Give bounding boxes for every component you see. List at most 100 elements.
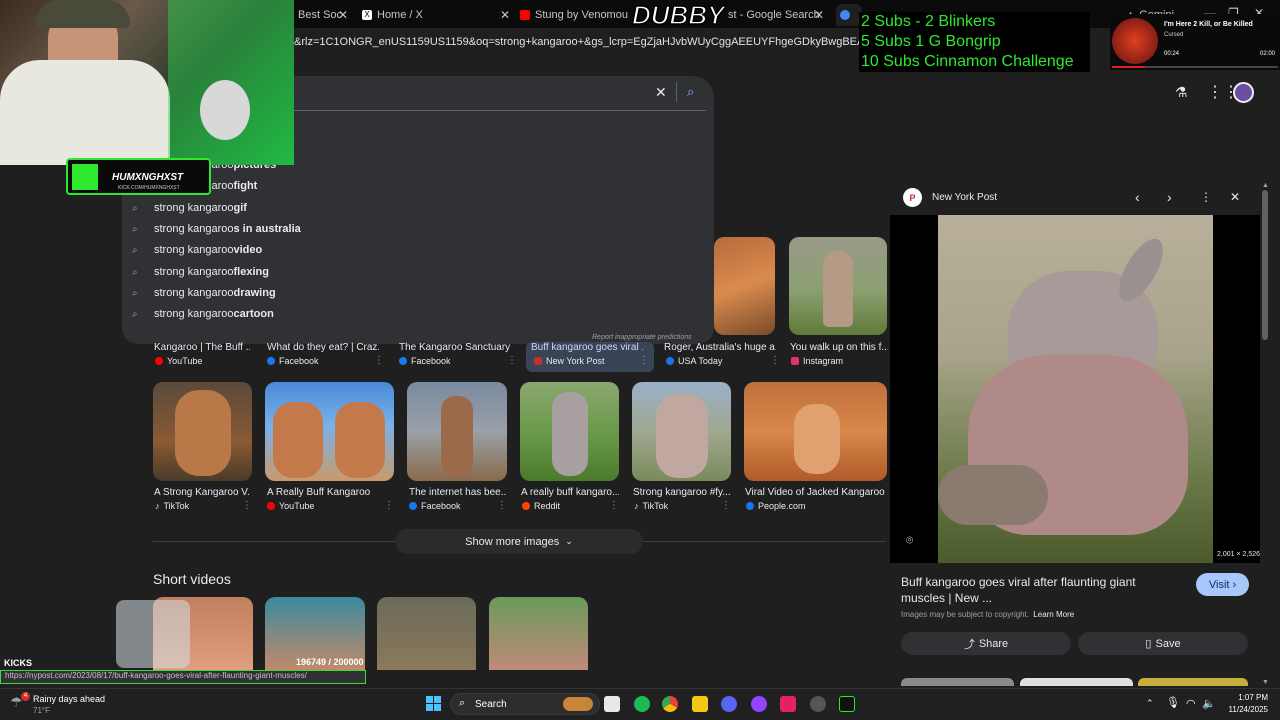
next-arrow-icon[interactable]: › (1167, 189, 1172, 205)
app-icon[interactable] (780, 696, 796, 712)
scroll-up-icon[interactable]: ▲ (1262, 182, 1269, 189)
kangaroo-figure (273, 402, 323, 478)
suggestion-item[interactable]: ⌕ strong kangaroo drawing (132, 283, 276, 303)
task-view-icon[interactable] (604, 696, 620, 712)
weather-text[interactable]: Rainy days ahead (33, 694, 105, 704)
more-options-icon[interactable]: ⋮ (639, 355, 649, 366)
result-caption[interactable]: Viral Video of Jacked Kangaroo ... (745, 487, 887, 498)
youtube-icon (155, 357, 163, 365)
suggestion-item[interactable]: ⌕ strong kangaroo flexing (132, 262, 269, 282)
tab-google-search[interactable]: st - Google Search ✕ (728, 4, 824, 26)
volume-icon[interactable]: 🔈 (1202, 697, 1216, 710)
result-thumbnail[interactable] (265, 382, 394, 481)
result-thumbnail[interactable] (153, 382, 252, 481)
microphone-icon[interactable]: 🎙 (1166, 696, 1180, 709)
clock-time[interactable]: 1:07 PM (1226, 693, 1268, 702)
scroll-down-icon[interactable]: ▼ (1262, 679, 1269, 686)
suggestion-bold: fight (233, 180, 258, 192)
more-options-icon[interactable]: ⋮ (374, 355, 384, 366)
related-thumbnail[interactable] (901, 678, 1014, 686)
windows-start-icon[interactable] (426, 696, 441, 711)
result-thumbnail[interactable] (714, 237, 775, 335)
result-source: YouTube (155, 356, 202, 366)
search-icon: ⌕ (132, 308, 138, 320)
show-more-images-button[interactable]: Show more images ⌄ (395, 529, 643, 554)
result-caption[interactable]: What do they eat? | Craz... (267, 342, 379, 353)
short-video-thumbnail[interactable] (489, 597, 588, 670)
address-bar[interactable]: &rlz=1C1ONGR_enUS1159US1159&oq=strong+ka… (294, 36, 864, 48)
result-thumbnail[interactable] (520, 382, 619, 481)
discord-icon[interactable] (721, 696, 737, 712)
more-options-icon[interactable]: ⋮ (384, 500, 394, 511)
kangaroo-figure (552, 392, 588, 476)
close-icon[interactable]: ✕ (655, 84, 667, 101)
suggestion-item[interactable]: ⌕ strong kangaroo gif (132, 198, 247, 218)
visit-button[interactable]: Visit › (1196, 573, 1249, 596)
chrome-icon[interactable] (662, 696, 678, 712)
more-options-icon[interactable]: ⋮ (721, 500, 731, 511)
tab-youtube[interactable]: Stung by Venomous Bull Ro (520, 4, 628, 26)
lens-icon[interactable]: ⌾ (906, 533, 913, 548)
panel-title[interactable]: Buff kangaroo goes viral after flaunting… (901, 574, 1181, 606)
panel-source[interactable]: New York Post (932, 192, 997, 203)
result-source: New York Post (534, 356, 605, 366)
preview-image[interactable] (938, 215, 1213, 563)
result-caption[interactable]: Strong kangaroo #fy... (633, 487, 731, 498)
suggestion-item[interactable]: ⌕ strong kangaroo s in australia (132, 219, 301, 239)
save-button[interactable]: ▯ Save (1078, 632, 1248, 655)
sub-goals-overlay: 2 Subs - 2 Blinkers 5 Subs 1 G Bongrip 1… (859, 12, 1090, 72)
related-thumbnail[interactable] (1138, 678, 1248, 686)
copyright-notice: Images may be subject to copyright. Lear… (901, 610, 1074, 619)
search-icon[interactable]: ⌕ (687, 84, 694, 100)
close-tab-icon[interactable]: ✕ (814, 8, 824, 22)
result-caption[interactable]: Roger, Australia's huge a... (664, 342, 776, 353)
learn-more-link[interactable]: Learn More (1033, 610, 1074, 619)
result-thumbnail[interactable] (407, 382, 507, 481)
tab-best-soc[interactable]: Best Soc ✕ (298, 4, 348, 26)
suggestion-bold: gif (233, 202, 247, 214)
related-thumbnail[interactable] (1020, 678, 1133, 686)
more-options-icon[interactable]: ⋮ (507, 355, 517, 366)
clock-date[interactable]: 11/24/2025 (1222, 705, 1268, 714)
close-tab-icon[interactable]: ✕ (338, 8, 348, 22)
more-options-icon[interactable]: ⋮ (242, 500, 252, 511)
more-options-icon[interactable]: ⋮ (609, 500, 619, 511)
result-caption[interactable]: Kangaroo | The Buff ... (154, 342, 250, 353)
obs-icon[interactable] (751, 696, 767, 712)
previous-arrow-icon[interactable]: ‹ (1135, 189, 1140, 205)
more-options-icon[interactable]: ⋮ (497, 500, 507, 511)
youtube-icon (267, 502, 275, 510)
close-tab-icon[interactable]: ✕ (500, 8, 510, 22)
chevron-up-icon[interactable]: ⌃ (1146, 698, 1154, 709)
result-caption[interactable]: A Strong Kangaroo V... (154, 487, 250, 498)
result-caption[interactable]: The internet has bee... (409, 487, 507, 498)
result-caption[interactable]: Buff kangaroo goes viral ... (531, 342, 643, 353)
wifi-icon[interactable]: ◠ (1186, 697, 1196, 710)
labs-flask-icon[interactable]: ⚗ (1175, 84, 1188, 101)
sub-counter: 196749 / 200000 (296, 657, 364, 667)
result-thumbnail[interactable] (744, 382, 887, 481)
result-thumbnail[interactable] (789, 237, 887, 335)
short-video-thumbnail[interactable] (377, 597, 476, 670)
taskbar-search-box[interactable]: ⌕ Search (450, 693, 600, 715)
account-avatar[interactable] (1233, 82, 1254, 103)
result-caption[interactable]: A Really Buff Kangaroo (267, 487, 387, 498)
panel-scrollbar[interactable] (1262, 190, 1268, 340)
tab-home-x[interactable]: X Home / X ✕ (362, 4, 510, 26)
more-options-icon[interactable]: ⋮ (770, 355, 780, 366)
kangaroo-figure (335, 402, 385, 478)
report-predictions-link[interactable]: Report inappropriate predictions (592, 334, 692, 341)
file-explorer-icon[interactable] (692, 696, 708, 712)
suggestion-item[interactable]: ⌕ strong kangaroo video (132, 240, 262, 260)
result-caption[interactable]: The Kangaroo Sanctuary ... (399, 342, 513, 353)
spotify-icon[interactable] (634, 696, 650, 712)
terminal-icon[interactable] (839, 696, 855, 712)
result-thumbnail[interactable] (632, 382, 731, 481)
suggestion-item[interactable]: ⌕ strong kangaroo cartoon (132, 304, 274, 324)
app-icon[interactable] (810, 696, 826, 712)
more-options-icon[interactable]: ⋮ (1200, 190, 1212, 204)
result-caption[interactable]: A really buff kangaro... (521, 487, 619, 498)
share-button[interactable]: ⤴ Share (901, 632, 1071, 655)
result-caption[interactable]: You walk up on this f... (790, 342, 888, 353)
close-panel-icon[interactable]: ✕ (1230, 190, 1240, 204)
